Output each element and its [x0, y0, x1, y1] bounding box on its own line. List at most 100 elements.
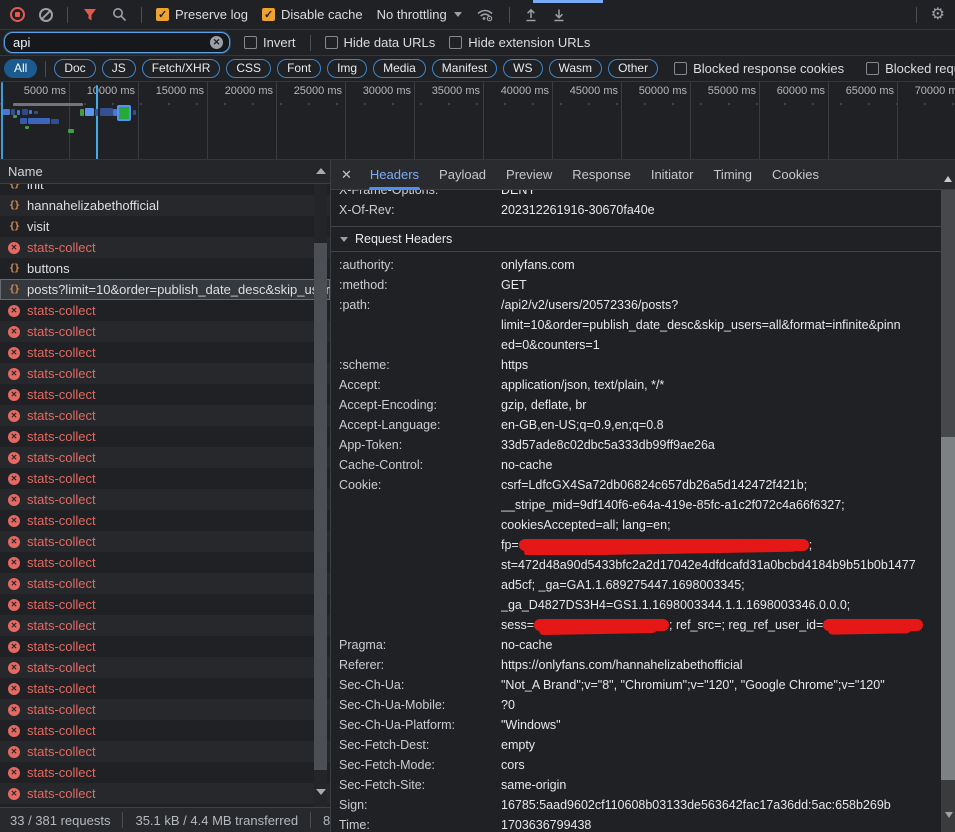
requests-scrollbar-thumb[interactable]	[314, 243, 327, 770]
scroll-up-icon[interactable]	[316, 168, 326, 174]
tab-response[interactable]: Response	[562, 160, 641, 190]
details-scrollbar-thumb[interactable]	[941, 437, 955, 780]
request-row[interactable]: {}posts?limit=10&order=publish_date_desc…	[0, 279, 330, 300]
tab-timing[interactable]: Timing	[703, 160, 762, 190]
json-request-icon: {}	[7, 221, 21, 232]
request-row[interactable]: ✕stats-collect	[0, 678, 330, 699]
search-button[interactable]	[112, 7, 127, 22]
filter-input[interactable]	[4, 32, 230, 53]
request-row[interactable]: ✕stats-collect	[0, 468, 330, 489]
network-conditions-button[interactable]	[476, 7, 495, 22]
request-row[interactable]: ✕stats-collect	[0, 615, 330, 636]
request-row[interactable]: ✕stats-collect	[0, 237, 330, 258]
header-value: no-cache	[501, 635, 937, 655]
filter-toggle-button[interactable]	[82, 7, 98, 22]
request-row[interactable]: ✕stats-collect	[0, 405, 330, 426]
checkbox-blocked-response-cookies[interactable]: Blocked response cookies	[674, 61, 844, 76]
request-row[interactable]: ✕stats-collect	[0, 741, 330, 762]
settings-button[interactable]: ⚙	[931, 7, 945, 23]
request-row[interactable]: ✕stats-collect	[0, 342, 330, 363]
tab-payload[interactable]: Payload	[429, 160, 496, 190]
header-value-line: onlyfans.com	[501, 255, 937, 275]
filter-type-font[interactable]: Font	[277, 59, 321, 78]
scroll-down-icon[interactable]	[316, 789, 326, 795]
filter-type-css[interactable]: CSS	[226, 59, 271, 78]
filter-type-wasm[interactable]: Wasm	[549, 59, 603, 78]
filter-type-js[interactable]: JS	[102, 59, 136, 78]
request-row[interactable]: ✕stats-collect	[0, 363, 330, 384]
failed-request-icon: ✕	[7, 683, 21, 695]
details-scroll-up-icon[interactable]	[944, 176, 952, 182]
request-row[interactable]: {}visit	[0, 216, 330, 237]
filter-type-img[interactable]: Img	[327, 59, 367, 78]
request-row[interactable]: ✕stats-collect	[0, 720, 330, 741]
request-row[interactable]: ✕stats-collect	[0, 762, 330, 783]
failed-request-icon: ✕	[7, 536, 21, 548]
request-row[interactable]: {}init	[0, 184, 330, 195]
invert-checkbox[interactable]: Invert	[244, 35, 296, 50]
json-request-icon: {}	[7, 263, 21, 274]
header-value: https://onlyfans.com/hannahelizabethoffi…	[501, 655, 937, 675]
header-row: Cookie:csrf=LdfcGX4Sa72db06824c657db26a5…	[331, 475, 955, 635]
close-details-icon[interactable]: ✕	[341, 167, 352, 183]
checkbox-icon	[325, 36, 338, 49]
request-row[interactable]: ✕stats-collect	[0, 657, 330, 678]
header-row: Sec-Ch-Ua-Mobile:?0	[331, 695, 955, 715]
header-row: X-Frame-Options:DENY	[331, 190, 955, 200]
tab-cookies[interactable]: Cookies	[762, 160, 829, 190]
icon-glyph: {}	[9, 200, 19, 211]
filter-type-ws[interactable]: WS	[503, 59, 542, 78]
checkbox-blocked-requests[interactable]: Blocked requests	[866, 61, 955, 76]
request-headers-section-header[interactable]: Request Headers	[331, 227, 955, 252]
tab-preview[interactable]: Preview	[496, 160, 562, 190]
request-row[interactable]: ✕stats-collect	[0, 531, 330, 552]
request-row[interactable]: ✕stats-collect	[0, 321, 330, 342]
tab-initiator[interactable]: Initiator	[641, 160, 704, 190]
hide-extension-urls-checkbox[interactable]: Hide extension URLs	[449, 35, 590, 50]
request-row[interactable]: ✕stats-collect	[0, 384, 330, 405]
filter-type-media[interactable]: Media	[373, 59, 426, 78]
details-scrollbar-track[interactable]	[941, 780, 955, 832]
request-row[interactable]: ✕stats-collect	[0, 510, 330, 531]
throttling-select[interactable]: No throttling	[377, 7, 462, 22]
filter-type-other[interactable]: Other	[608, 59, 658, 78]
header-row: Sec-Fetch-Dest:empty	[331, 735, 955, 755]
icon-glyph: ✕	[8, 704, 20, 716]
details-scroll-down-icon[interactable]	[945, 812, 953, 818]
header-row: :path:/api2/v2/users/20572336/posts?limi…	[331, 295, 955, 355]
filter-type-fetch-xhr[interactable]: Fetch/XHR	[142, 59, 221, 78]
clear-network-log-button[interactable]	[39, 8, 53, 22]
header-value-line: fp=;	[501, 535, 937, 555]
filter-type-manifest[interactable]: Manifest	[432, 59, 497, 78]
request-row[interactable]: ✕stats-collect	[0, 699, 330, 720]
clear-filter-icon[interactable]: ✕	[210, 36, 223, 49]
request-row[interactable]: ✕stats-collect	[0, 594, 330, 615]
request-row[interactable]: {}hannahelizabethofficial	[0, 195, 330, 216]
request-row[interactable]: ✕stats-collect	[0, 300, 330, 321]
record-network-log-button[interactable]	[10, 7, 25, 22]
header-row: App-Token:33d57ade8c02dbc5a333db99ff9ae2…	[331, 435, 955, 455]
import-har-button[interactable]	[524, 8, 538, 22]
request-row[interactable]: ✕stats-collect	[0, 447, 330, 468]
preserve-log-checkbox[interactable]: Preserve log	[156, 7, 248, 22]
filter-type-doc[interactable]: Doc	[54, 59, 95, 78]
request-name: stats-collect	[27, 555, 330, 570]
filter-type-all[interactable]: All	[4, 59, 37, 78]
request-row[interactable]: ✕stats-collect	[0, 636, 330, 657]
hide-data-urls-checkbox[interactable]: Hide data URLs	[325, 35, 436, 50]
network-overview-timeline[interactable]: 5000 ms10000 ms15000 ms20000 ms25000 ms3…	[0, 82, 955, 160]
resources-size: 88.3 kB	[323, 813, 330, 828]
request-row[interactable]: {}buttons	[0, 258, 330, 279]
request-row[interactable]: ✕stats-collect	[0, 573, 330, 594]
export-har-button[interactable]	[552, 8, 566, 22]
request-row[interactable]: ✕stats-collect	[0, 489, 330, 510]
request-row[interactable]: ✕stats-collect	[0, 426, 330, 447]
tab-headers[interactable]: Headers	[360, 160, 429, 190]
details-scrollbar-track[interactable]	[941, 190, 955, 437]
disable-cache-checkbox[interactable]: Disable cache	[262, 7, 363, 22]
request-row[interactable]: ✕stats-collect	[0, 783, 330, 804]
name-column-header[interactable]: Name	[0, 160, 330, 184]
timeline-tick-label: 45000 ms	[552, 85, 618, 97]
request-name: init	[27, 184, 330, 192]
request-row[interactable]: ✕stats-collect	[0, 552, 330, 573]
